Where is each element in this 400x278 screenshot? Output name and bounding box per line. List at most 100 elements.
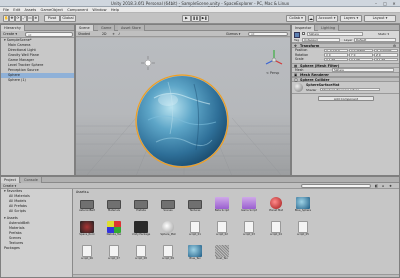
- layers-dropdown[interactable]: Layers ▾: [340, 15, 362, 22]
- material-section: SphereSurfaceMat Shader Standard (Specul…: [292, 82, 399, 95]
- step-button[interactable]: ▶❚: [200, 15, 209, 22]
- transform-y-field[interactable]: Y 0: [349, 53, 373, 57]
- asset-item[interactable]: script_02: [212, 221, 232, 243]
- hierarchy-item[interactable]: Sphere (1): [1, 78, 74, 83]
- project-breadcrumb[interactable]: Assets ▸: [76, 190, 89, 194]
- asset-label: Prefabs: [136, 209, 146, 212]
- lighting-toggle-icon[interactable]: ☀: [112, 32, 115, 36]
- asset-item[interactable]: Planet Mat: [266, 197, 286, 219]
- asset-item[interactable]: Dust_Tex: [212, 245, 232, 267]
- transform-tool-icon[interactable]: ⊕: [33, 15, 39, 22]
- static-dropdown[interactable]: Static ▾: [378, 32, 389, 36]
- add-component-button[interactable]: Add Component: [318, 96, 374, 102]
- file-icon: [163, 245, 173, 257]
- asset-item[interactable]: Scenes: [158, 197, 178, 219]
- selected-sphere[interactable]: [135, 74, 229, 168]
- collab-dropdown[interactable]: Collab ▾: [286, 15, 306, 22]
- cloud-icon[interactable]: ☁: [308, 15, 314, 22]
- transform-z-field[interactable]: Z -0.00999: [374, 48, 398, 53]
- transform-x-field[interactable]: X 0: [324, 53, 348, 57]
- project-asset-grid: Assets ▸ AsteroidBelt Materials Prefabs Sce…: [73, 189, 399, 277]
- asset-label: Scenes: [163, 209, 173, 212]
- main-toolbar: ✋ ✥ ⟳ ⤢ ▭ ⊕ Pivot Global ▶ ❚❚ ▶❚ Collab …: [0, 13, 400, 24]
- minimize-button[interactable]: –: [372, 1, 380, 6]
- hierarchy-create-button[interactable]: Create ▾: [3, 32, 17, 36]
- pivot-toggle[interactable]: Pivot: [44, 15, 60, 22]
- shading-mode-dropdown[interactable]: Shaded: [78, 32, 90, 36]
- close-button[interactable]: ✕: [390, 1, 398, 6]
- asset-label: Dust_Tex: [216, 257, 228, 260]
- layer-dropdown[interactable]: Default: [354, 37, 396, 42]
- asset-label: Sphere_Mat: [160, 233, 176, 236]
- file-icon: [190, 221, 200, 233]
- 2d-toggle[interactable]: 2D: [102, 32, 106, 36]
- asset-label: script_01: [189, 233, 201, 236]
- file-icon: [217, 221, 227, 233]
- transform-x-field[interactable]: X -0.1219: [324, 48, 348, 53]
- account-dropdown[interactable]: Account ▾: [316, 15, 338, 22]
- tag-dropdown[interactable]: Untagged: [302, 37, 340, 42]
- play-button[interactable]: ▶: [182, 15, 191, 22]
- hierarchy-search-input[interactable]: [25, 32, 73, 37]
- asset-item[interactable]: script_03: [239, 221, 259, 243]
- asset-label: Game Script: [240, 209, 258, 212]
- scene-search-input[interactable]: [248, 31, 288, 36]
- transform-y-field[interactable]: Y 1.68: [349, 57, 373, 62]
- asset-item[interactable]: Beta Script: [212, 197, 232, 219]
- file-icon: [271, 221, 281, 233]
- transform-z-field[interactable]: Z 0: [374, 53, 398, 57]
- project-search-input[interactable]: [301, 183, 371, 188]
- transform-fields: Position X -0.1219 Y 0.46800 Z -0.00999 Rota…: [292, 48, 399, 62]
- folder-icon: [80, 200, 94, 209]
- object-name-field[interactable]: Sphere: [307, 32, 363, 36]
- asset-item[interactable]: Sphere_Mat: [158, 221, 178, 243]
- transform-y-field[interactable]: Y 0.46800: [349, 48, 373, 53]
- project-status-bar: [73, 274, 399, 277]
- transform-row: Scale X 1.68 Y 1.68 Z 1.68: [292, 57, 399, 62]
- asset-label: AsteroidBelt: [79, 209, 95, 212]
- asset-item[interactable]: Game Script: [239, 197, 259, 219]
- filter-by-type-icon[interactable]: ◧: [375, 184, 378, 188]
- project-create-button[interactable]: Create ▾: [3, 184, 16, 188]
- scene-viewport[interactable]: < Persp: [76, 38, 291, 176]
- maximize-button[interactable]: □: [381, 1, 389, 6]
- folder-icon: [134, 200, 148, 209]
- assets-folder-item[interactable]: Packages: [1, 246, 72, 251]
- gizmos-dropdown[interactable]: Gizmos ▾: [226, 32, 240, 36]
- perspective-label[interactable]: < Persp: [266, 71, 279, 75]
- filter-by-label-icon[interactable]: ⌂: [382, 184, 384, 188]
- asset-label: Blue_Tex: [189, 257, 201, 260]
- asset-thumbnail-icon: [188, 245, 202, 257]
- asset-item[interactable]: script_08: [131, 245, 151, 267]
- asset-item[interactable]: Blue_Sphere: [293, 197, 313, 219]
- pause-button[interactable]: ❚❚: [191, 15, 200, 22]
- shader-dropdown[interactable]: Standard (Specular setup): [320, 87, 380, 92]
- asset-item[interactable]: Prefabs: [131, 197, 151, 219]
- global-toggle[interactable]: Global: [60, 15, 76, 22]
- active-checkbox[interactable]: [302, 32, 305, 35]
- asset-item[interactable]: Materials: [104, 197, 124, 219]
- asset-item[interactable]: Nebula_Tex: [104, 221, 124, 243]
- mesh-field[interactable]: Sphere: [332, 68, 394, 72]
- asset-item[interactable]: AsteroidBelt: [77, 197, 97, 219]
- asset-item[interactable]: Space_Rock: [77, 221, 97, 243]
- asset-item[interactable]: script_04: [266, 221, 286, 243]
- asset-item[interactable]: script_09: [158, 245, 178, 267]
- asset-item[interactable]: Textures: [185, 197, 205, 219]
- asset-item[interactable]: script_07: [104, 245, 124, 267]
- asset-item[interactable]: script_05: [293, 221, 313, 243]
- favorites-item[interactable]: All Scripts: [1, 209, 72, 214]
- scene-panel: Scene Game Asset Store Shaded 2D ☀ ♪ Giz…: [75, 24, 291, 176]
- transform-z-field[interactable]: Z 1.68: [374, 57, 398, 62]
- asset-thumbnail-icon: [134, 221, 148, 233]
- layout-dropdown[interactable]: Layout ▾: [364, 15, 396, 22]
- asset-item[interactable]: script_01: [185, 221, 205, 243]
- asset-item[interactable]: Blue_Tex: [185, 245, 205, 267]
- asset-item[interactable]: script_06: [77, 245, 97, 267]
- audio-toggle-icon[interactable]: ♪: [118, 32, 120, 36]
- file-icon: [109, 245, 119, 257]
- asset-item[interactable]: Unity Package: [131, 221, 151, 243]
- transform-x-field[interactable]: X 1.68: [324, 57, 348, 62]
- tag-label: Tag: [294, 37, 300, 42]
- favorite-star-icon[interactable]: ★: [389, 184, 392, 188]
